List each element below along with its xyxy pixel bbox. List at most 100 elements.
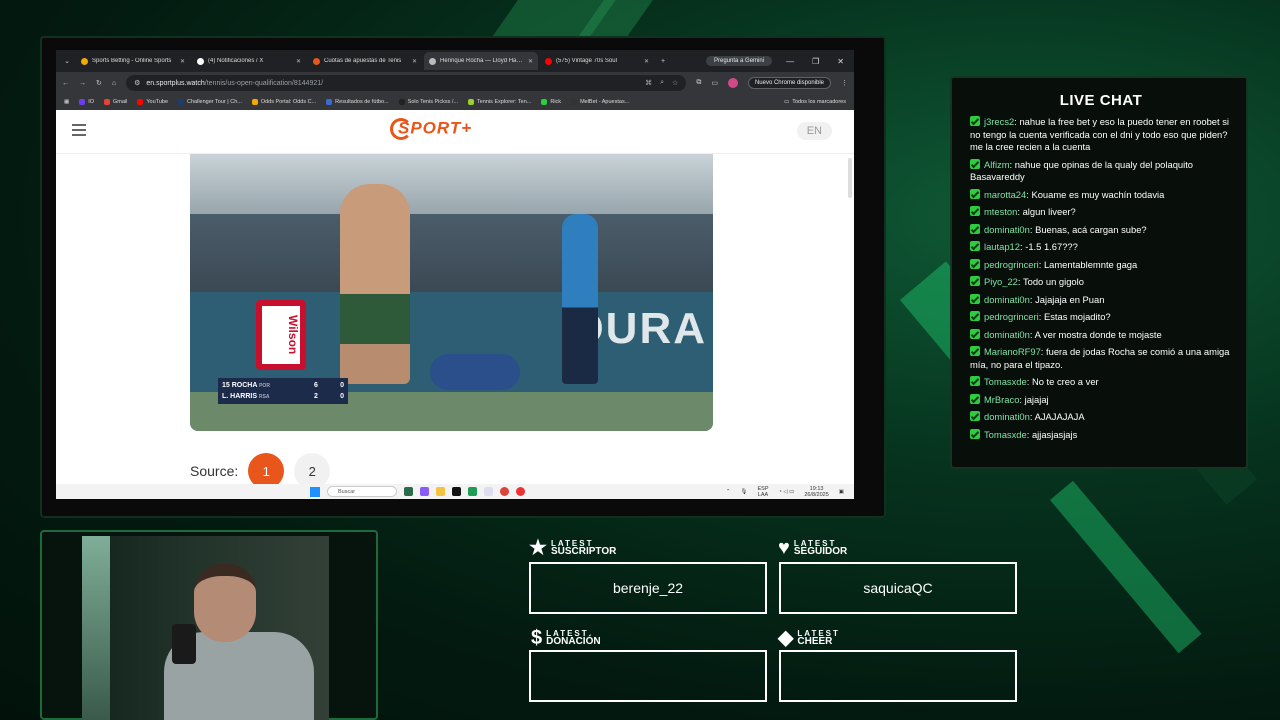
bookmark-item[interactable]: Challenger Tour | Ch... xyxy=(178,99,242,105)
taskbar-search[interactable]: Buscar xyxy=(327,486,397,497)
profile-avatar[interactable] xyxy=(727,78,738,88)
chrome-icon[interactable] xyxy=(500,487,509,496)
zoom-icon[interactable]: ⌕ xyxy=(660,79,664,87)
new-tab-button[interactable]: + xyxy=(656,58,670,65)
browser-tab[interactable]: (575) Vintage 70s Soul ✕ xyxy=(540,52,654,70)
chat-username[interactable]: dominati0n xyxy=(984,411,1030,422)
chat-username[interactable]: dominati0n xyxy=(984,224,1030,235)
minimize-icon[interactable]: — xyxy=(786,57,794,66)
bookmark-item[interactable]: Odds Portal: Odds C... xyxy=(251,99,316,105)
bookmark-item[interactable]: Solo Tenis Pickss /... xyxy=(398,99,458,105)
back-icon[interactable]: ← xyxy=(62,80,69,87)
tab-close-icon[interactable]: ✕ xyxy=(644,58,649,65)
language-indicator[interactable]: ESP LAA xyxy=(758,486,769,498)
moderator-badge-icon xyxy=(970,223,980,234)
close-icon[interactable]: ✕ xyxy=(837,57,844,66)
chat-username[interactable]: Piyo_22 xyxy=(984,276,1018,287)
tab-search-icon[interactable]: ⌄ xyxy=(60,57,74,65)
obs-icon[interactable] xyxy=(516,487,525,496)
language-selector[interactable]: EN xyxy=(796,122,832,140)
chat-username[interactable]: lautap12 xyxy=(984,241,1020,252)
video-player[interactable]: ŌURA Wilson 15 ROCHA POR 60 L. HARRIS RS… xyxy=(190,154,713,431)
tiktok-icon[interactable] xyxy=(452,487,461,496)
chat-username[interactable]: marotta24 xyxy=(984,189,1026,200)
start-button[interactable] xyxy=(310,486,320,497)
moderator-badge-icon xyxy=(970,258,980,269)
latest-follower-box: saquicaQC xyxy=(779,562,1017,614)
latest-subscriber-box: berenje_22 xyxy=(529,562,767,614)
chat-text: No te creo a ver xyxy=(1031,376,1099,387)
bookmark-item[interactable]: Resultados de fútbo... xyxy=(326,99,389,105)
site-info-icon[interactable]: ⚙ xyxy=(134,79,140,87)
excel-icon[interactable] xyxy=(468,487,477,496)
whatsapp-icon[interactable] xyxy=(484,487,493,496)
reload-icon[interactable]: ↻ xyxy=(96,79,102,87)
tab-close-icon[interactable]: ✕ xyxy=(412,58,417,65)
restore-icon[interactable]: ❐ xyxy=(812,57,819,66)
browser-tab[interactable]: Henrique Rocha — Lloyd Harris ✕ xyxy=(424,52,538,70)
home-icon[interactable]: ⌂ xyxy=(112,80,116,87)
chat-username[interactable]: MarianoRF97 xyxy=(984,346,1041,357)
tab-close-icon[interactable]: ✕ xyxy=(528,58,533,65)
chat-username[interactable]: pedrogrinceri xyxy=(984,259,1039,270)
copilot-icon[interactable] xyxy=(420,487,429,496)
folder-icon: ▭ xyxy=(783,99,790,105)
hamburger-menu-icon[interactable] xyxy=(72,124,86,136)
tennis-player xyxy=(340,184,410,384)
chat-message: Tomasxde: ajjasjasjajs xyxy=(970,428,1232,442)
moderator-badge-icon xyxy=(970,328,980,339)
chat-username[interactable]: dominati0n xyxy=(984,329,1030,340)
apps-grid-icon[interactable]: ▦ xyxy=(64,99,69,105)
notification-icon[interactable]: ▣ xyxy=(839,489,844,495)
live-chat-panel: LIVE CHAT j3recs2: nahue la free bet y e… xyxy=(950,76,1248,469)
bookmark-item[interactable]: Tennis Explorer: Ten... xyxy=(468,99,531,105)
browser-tab[interactable]: (4) Notificaciones / X ✕ xyxy=(192,52,306,70)
chat-message: MrBraco: jajajaj xyxy=(970,393,1232,407)
source-button-1[interactable]: 1 xyxy=(248,453,285,484)
forward-icon[interactable]: → xyxy=(79,80,86,87)
mic-icon[interactable]: 🎙 xyxy=(741,489,748,495)
tray-chevron-icon[interactable]: ⌃ xyxy=(726,489,731,495)
translate-icon[interactable]: ⌘ xyxy=(645,79,652,87)
browser-tab[interactable]: Sports Betting - Online Sports ✕ xyxy=(76,52,190,70)
chat-message: Piyo_22: Todo un gigolo xyxy=(970,276,1232,289)
cast-icon[interactable]: ▭ xyxy=(711,79,718,87)
chat-username[interactable]: MrBraco xyxy=(984,394,1019,405)
bookmark-item[interactable]: IO xyxy=(79,99,94,105)
chat-username[interactable]: mteston xyxy=(984,206,1017,217)
sportplus-logo[interactable]: SPORT+ xyxy=(390,118,472,140)
wifi-volume-icon[interactable]: ◔ ◁ ▭ xyxy=(779,489,795,495)
gemini-button[interactable]: Pregunta a Gemini xyxy=(706,56,773,66)
menu-kebab-icon[interactable]: ⋮ xyxy=(841,79,848,87)
page-scrollbar[interactable] xyxy=(848,158,852,198)
bookmark-favicon-icon xyxy=(541,99,548,105)
chat-username[interactable]: Tomasxde xyxy=(984,376,1027,387)
bookmark-star-icon[interactable]: ☆ xyxy=(672,79,678,87)
taskbar-app-icon[interactable] xyxy=(404,487,413,496)
latest-cheer-box xyxy=(779,650,1017,702)
chat-text: Buenas, acá cargan sube? xyxy=(1035,223,1147,235)
extensions-icon[interactable]: ⧉ xyxy=(696,79,701,87)
source-label: Source: xyxy=(190,463,239,479)
bookmark-item[interactable]: Gmail xyxy=(104,99,127,105)
tab-close-icon[interactable]: ✕ xyxy=(296,58,301,65)
bookmark-item[interactable]: YouTube xyxy=(137,99,168,105)
chat-message: dominati0n: A ver mostra donde te mojast… xyxy=(970,328,1232,342)
browser-tab[interactable]: Cuotas de apuestas de Tenis ✕ xyxy=(308,52,422,70)
tab-close-icon[interactable]: ✕ xyxy=(180,58,185,65)
chat-username[interactable]: pedrogrinceri xyxy=(984,311,1039,322)
source-button-2[interactable]: 2 xyxy=(294,453,331,484)
chat-username[interactable]: dominati0n xyxy=(984,294,1030,305)
clock[interactable]: 19:13 26/8/2025 xyxy=(804,486,828,498)
chat-username[interactable]: Tomasxde xyxy=(984,429,1027,440)
file-explorer-icon[interactable] xyxy=(436,487,445,496)
chat-username[interactable]: j3recs2 xyxy=(984,116,1014,127)
url-field[interactable]: ⚙ en.sportplus.watch/tennis/us-open-qual… xyxy=(126,75,687,91)
bookmark-item[interactable]: MelBet - Apuestas... xyxy=(571,99,629,105)
chat-username[interactable]: Alfizm xyxy=(984,159,1010,170)
chrome-update-button[interactable]: Nuevo Chrome disponible xyxy=(747,77,831,89)
bookmark-item[interactable]: Rick xyxy=(541,99,561,105)
all-bookmarks-folder[interactable]: ▭ Todos los marcadores xyxy=(784,99,846,105)
moderator-badge-icon xyxy=(970,158,980,169)
moderator-badge-icon xyxy=(970,116,980,126)
